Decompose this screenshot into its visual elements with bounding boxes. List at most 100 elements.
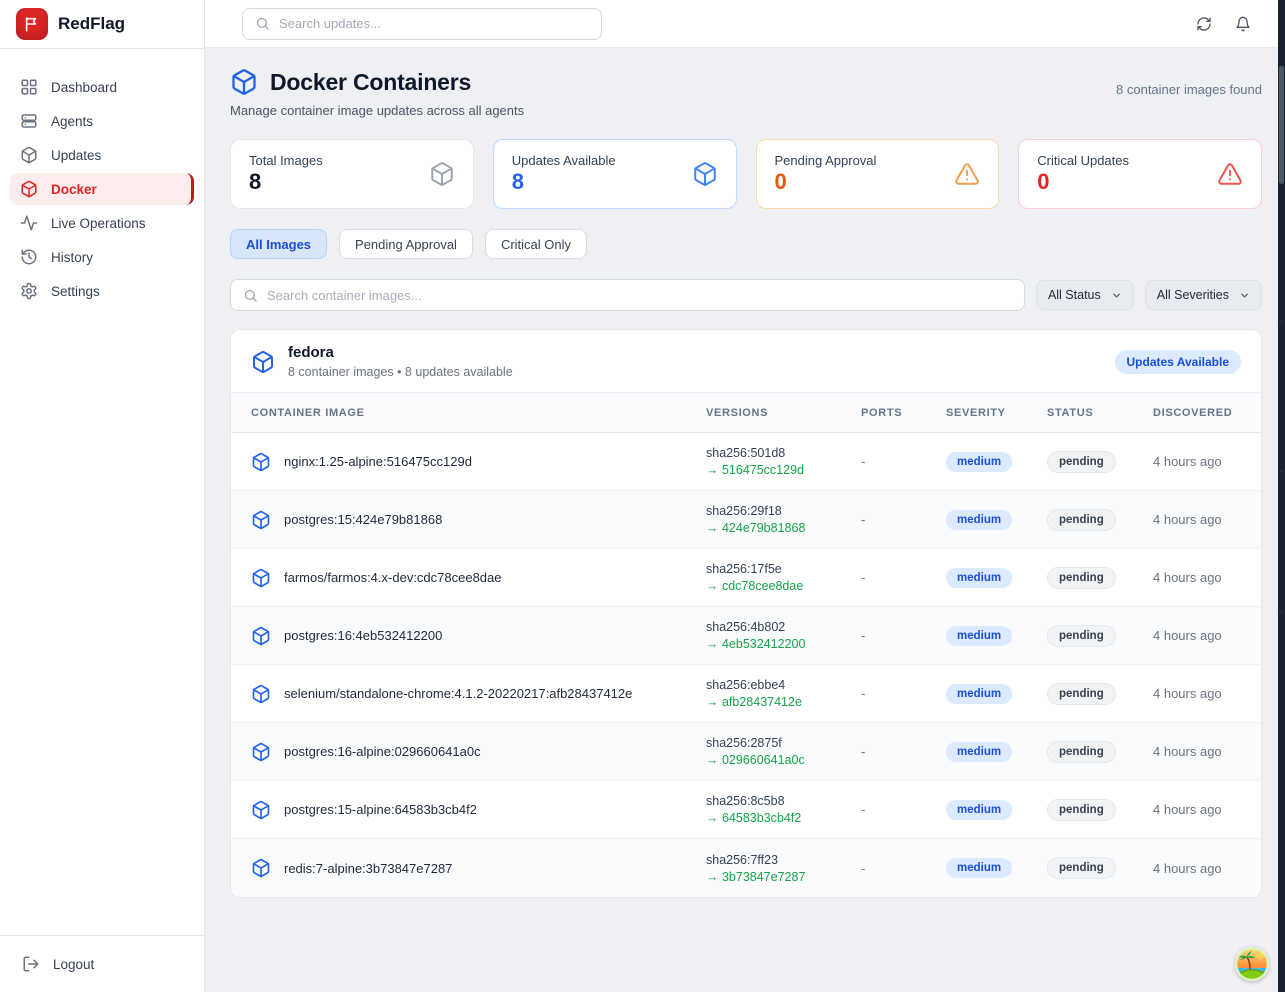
bell-icon[interactable] xyxy=(1235,16,1251,32)
island-widget-button[interactable] xyxy=(1235,947,1269,981)
sidebar-item-label: Settings xyxy=(51,284,100,299)
table-row[interactable]: postgres:16-alpine:029660641a0c sha256:2… xyxy=(231,723,1261,781)
container-search-input[interactable] xyxy=(267,288,1012,303)
table-row[interactable]: postgres:15-alpine:64583b3cb4f2 sha256:8… xyxy=(231,781,1261,839)
table-row[interactable]: nginx:1.25-alpine:516475cc129d sha256:50… xyxy=(231,433,1261,491)
refresh-icon[interactable] xyxy=(1196,16,1212,32)
version-current: sha256:501d8 xyxy=(706,446,841,460)
ports-value: - xyxy=(841,861,926,876)
discovered-value: 4 hours ago xyxy=(1133,802,1261,817)
ports-value: - xyxy=(841,512,926,527)
severity-filter-select[interactable]: All Severities xyxy=(1145,280,1262,310)
package-icon xyxy=(251,568,271,588)
container-search[interactable] xyxy=(230,279,1025,311)
page-subtitle: Manage container image updates across al… xyxy=(230,103,524,118)
discovered-value: 4 hours ago xyxy=(1133,628,1261,643)
sidebar-footer: Logout xyxy=(0,935,204,992)
status-badge: pending xyxy=(1047,625,1116,647)
table-row[interactable]: farmos/farmos:4.x-dev:cdc78cee8dae sha25… xyxy=(231,549,1261,607)
table-row[interactable]: selenium/standalone-chrome:4.1.2-2022021… xyxy=(231,665,1261,723)
table-row[interactable]: redis:7-alpine:3b73847e7287 sha256:7ff23… xyxy=(231,839,1261,897)
package-icon xyxy=(251,510,271,530)
status-badge: pending xyxy=(1047,799,1116,821)
image-name: selenium/standalone-chrome:4.1.2-2022021… xyxy=(284,686,632,701)
global-search[interactable] xyxy=(242,8,602,40)
docker-containers-icon xyxy=(230,68,258,96)
table-row[interactable]: postgres:16:4eb532412200 sha256:4b802→ 4… xyxy=(231,607,1261,665)
gear-icon xyxy=(20,282,38,300)
ports-value: - xyxy=(841,454,926,469)
page-header: Docker Containers Manage container image… xyxy=(230,68,1262,118)
stat-value: 0 xyxy=(1037,170,1129,194)
package-icon xyxy=(251,800,271,820)
severity-badge: medium xyxy=(946,800,1012,820)
stat-card-updates-available: Updates Available 8 xyxy=(493,139,737,209)
severity-badge: medium xyxy=(946,626,1012,646)
severity-badge: medium xyxy=(946,742,1012,762)
sidebar-item-agents[interactable]: Agents xyxy=(10,105,194,137)
sidebar: RedFlag Dashboard Agents Updates Docker … xyxy=(0,0,205,992)
version-update: → 64583b3cb4f2 xyxy=(706,811,841,825)
page-scrollbar[interactable] xyxy=(1278,0,1285,992)
global-search-input[interactable] xyxy=(279,16,589,31)
table-row[interactable]: postgres:15:424e79b81868 sha256:29f18→ 4… xyxy=(231,491,1261,549)
sidebar-item-label: Docker xyxy=(51,182,97,197)
discovered-value: 4 hours ago xyxy=(1133,744,1261,759)
sidebar-item-docker[interactable]: Docker xyxy=(10,173,194,205)
main-area: Docker Containers Manage container image… xyxy=(205,0,1285,992)
sidebar-item-history[interactable]: History xyxy=(10,241,194,273)
severity-badge: medium xyxy=(946,684,1012,704)
severity-badge: medium xyxy=(946,510,1012,530)
column-header: Ports xyxy=(841,407,926,419)
brand-name: RedFlag xyxy=(58,14,125,34)
image-name: postgres:15-alpine:64583b3cb4f2 xyxy=(284,802,477,817)
status-filter-select[interactable]: All Status xyxy=(1036,280,1134,310)
page-content: Docker Containers Manage container image… xyxy=(205,48,1285,992)
version-current: sha256:8c5b8 xyxy=(706,794,841,808)
chevron-down-icon xyxy=(1239,290,1250,301)
image-group-card: fedora 8 container images • 8 updates av… xyxy=(230,329,1262,898)
logout-icon xyxy=(22,955,40,973)
redflag-logo-icon xyxy=(16,8,48,40)
stat-label: Pending Approval xyxy=(775,153,877,168)
warning-triangle-icon xyxy=(1217,161,1243,187)
tab-pending-approval[interactable]: Pending Approval xyxy=(339,229,473,259)
version-current: sha256:ebbe4 xyxy=(706,678,841,692)
status-badge: pending xyxy=(1047,857,1116,879)
group-name: fedora xyxy=(288,344,513,361)
ports-value: - xyxy=(841,628,926,643)
group-header[interactable]: fedora 8 container images • 8 updates av… xyxy=(231,330,1261,393)
sidebar-item-label: Agents xyxy=(51,114,93,129)
version-current: sha256:7ff23 xyxy=(706,853,841,867)
scrollbar-thumb[interactable] xyxy=(1279,66,1284,184)
package-icon xyxy=(251,742,271,762)
sidebar-item-settings[interactable]: Settings xyxy=(10,275,194,307)
severity-filter-value: All Severities xyxy=(1157,288,1229,302)
version-update: → 424e79b81868 xyxy=(706,521,841,535)
topbar xyxy=(205,0,1285,48)
image-name: postgres:15:424e79b81868 xyxy=(284,512,442,527)
updates-available-badge: Updates Available xyxy=(1115,350,1241,374)
logout-button[interactable]: Logout xyxy=(10,948,194,980)
image-name: postgres:16:4eb532412200 xyxy=(284,628,442,643)
stat-value: 8 xyxy=(512,170,616,194)
stat-label: Total Images xyxy=(249,153,323,168)
package-icon xyxy=(251,858,271,878)
sidebar-item-label: Dashboard xyxy=(51,80,117,95)
sidebar-item-updates[interactable]: Updates xyxy=(10,139,194,171)
history-icon xyxy=(20,248,38,266)
status-badge: pending xyxy=(1047,741,1116,763)
discovered-value: 4 hours ago xyxy=(1133,861,1261,876)
severity-badge: medium xyxy=(946,568,1012,588)
stat-card-pending-approval: Pending Approval 0 xyxy=(756,139,1000,209)
filter-row: All Status All Severities xyxy=(230,279,1262,311)
sidebar-item-dashboard[interactable]: Dashboard xyxy=(10,71,194,103)
tab-critical-only[interactable]: Critical Only xyxy=(485,229,587,259)
tab-all-images[interactable]: All Images xyxy=(230,229,327,259)
sidebar-item-live-operations[interactable]: Live Operations xyxy=(10,207,194,239)
discovered-value: 4 hours ago xyxy=(1133,454,1261,469)
version-update: → 3b73847e7287 xyxy=(706,870,841,884)
ports-value: - xyxy=(841,802,926,817)
page-title: Docker Containers xyxy=(270,69,471,96)
brand: RedFlag xyxy=(0,0,204,49)
